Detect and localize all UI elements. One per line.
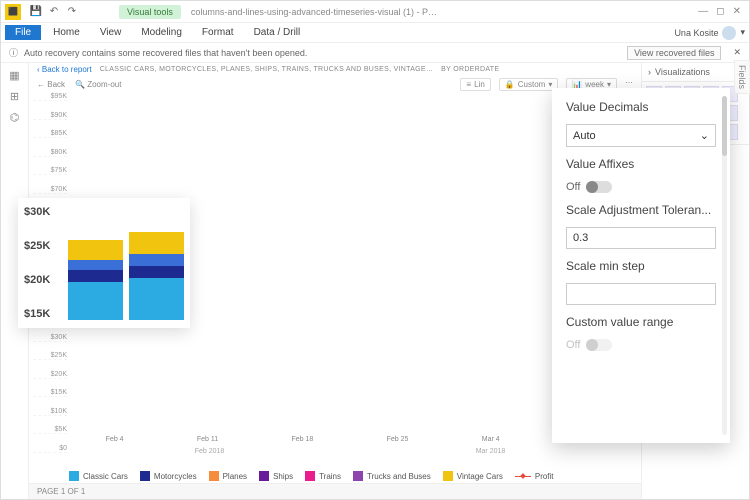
save-icon[interactable]: 💾 [29, 5, 43, 19]
scale-tolerance-input[interactable]: 0.3 [566, 227, 716, 249]
back-button[interactable]: ← Back [37, 80, 65, 89]
view-recovered-files-button[interactable]: View recovered files [627, 46, 721, 60]
legend-item[interactable]: Motorcycles [140, 471, 197, 481]
minimize-icon[interactable]: — [698, 6, 708, 17]
app-icon: ⬛ [5, 4, 21, 20]
ribbon-tabs: File Home View Modeling Format Data / Dr… [1, 23, 749, 43]
value-decimals-label: Value Decimals [566, 100, 716, 114]
legend-item[interactable]: Ships [259, 471, 293, 481]
scale-lin-dropdown[interactable]: ≡ Lin [460, 78, 490, 91]
zoom-out-button[interactable]: 🔍 Zoom-out [75, 80, 121, 89]
title-bar: ⬛ 💾 ↶ ↷ Visual tools columns-and-lines-u… [1, 1, 749, 23]
legend-item-profit[interactable]: Profit [515, 471, 554, 481]
custom-value-range-toggle[interactable]: Off [566, 339, 716, 351]
legend-item[interactable]: Trucks and Buses [353, 471, 431, 481]
tab-view[interactable]: View [92, 25, 130, 40]
maximize-icon[interactable]: ◻ [716, 6, 724, 17]
info-icon: ⓘ [9, 46, 18, 59]
visual-tools-contextual-tab: Visual tools [119, 5, 181, 19]
legend-item[interactable]: Planes [209, 471, 247, 481]
zoom-tooltip: $30K$25K$20K$15K [18, 198, 190, 328]
data-view-icon[interactable]: ⊞ [10, 90, 19, 103]
value-affixes-label: Value Affixes [566, 157, 716, 171]
recovery-message: Auto recovery contains some recovered fi… [24, 48, 307, 58]
legend-item[interactable]: Vintage Cars [443, 471, 503, 481]
legend-item[interactable]: Classic Cars [69, 471, 128, 481]
close-icon[interactable]: ✕ [733, 6, 741, 17]
signed-in-user[interactable]: Una Kosite ▾ [674, 26, 749, 40]
status-bar: PAGE 1 OF 1 [29, 483, 641, 499]
close-recovery-icon[interactable]: ✕ [733, 47, 741, 58]
legend-item[interactable]: Trains [305, 471, 341, 481]
tab-home[interactable]: Home [45, 25, 88, 40]
avatar [722, 26, 736, 40]
tab-file[interactable]: File [5, 25, 41, 40]
custom-dropdown[interactable]: 🔒 Custom ▾ [499, 78, 559, 91]
back-to-report-link[interactable]: ‹ Back to report [37, 65, 92, 74]
breadcrumb-by: BY ORDERDATE [441, 66, 499, 73]
tab-data-drill[interactable]: Data / Drill [246, 25, 309, 40]
pane-title: Visualizations [655, 67, 710, 77]
breadcrumb: CLASSIC CARS, MOTORCYCLES, PLANES, SHIPS… [100, 66, 433, 73]
tab-format[interactable]: Format [194, 25, 242, 40]
custom-value-range-label: Custom value range [566, 315, 716, 329]
model-view-icon[interactable]: ⌬ [10, 111, 20, 124]
scale-min-step-input[interactable] [566, 283, 716, 305]
report-view-icon[interactable]: ▦ [9, 69, 19, 82]
chevron-down-icon: ⌄ [700, 129, 709, 142]
chevron-down-icon: ▾ [740, 27, 745, 38]
value-affixes-toggle[interactable]: Off [566, 181, 716, 193]
fields-pane-collapsed[interactable]: Fields [734, 60, 750, 94]
chevron-icon[interactable]: › [648, 67, 651, 77]
tab-modeling[interactable]: Modeling [133, 25, 190, 40]
page-indicator: PAGE 1 OF 1 [37, 487, 85, 496]
scale-tolerance-label: Scale Adjustment Toleran... [566, 203, 716, 217]
redo-icon[interactable]: ↷ [65, 5, 79, 19]
scale-min-step-label: Scale min step [566, 259, 716, 273]
undo-icon[interactable]: ↶ [47, 5, 61, 19]
document-title: columns-and-lines-using-advanced-timeser… [191, 7, 441, 17]
auto-recovery-bar: ⓘ Auto recovery contains some recovered … [1, 43, 749, 63]
value-decimals-select[interactable]: Auto⌄ [566, 124, 716, 147]
scrollbar[interactable] [722, 96, 727, 435]
format-panel: Value Decimals Auto⌄ Value Affixes Off S… [552, 88, 730, 443]
